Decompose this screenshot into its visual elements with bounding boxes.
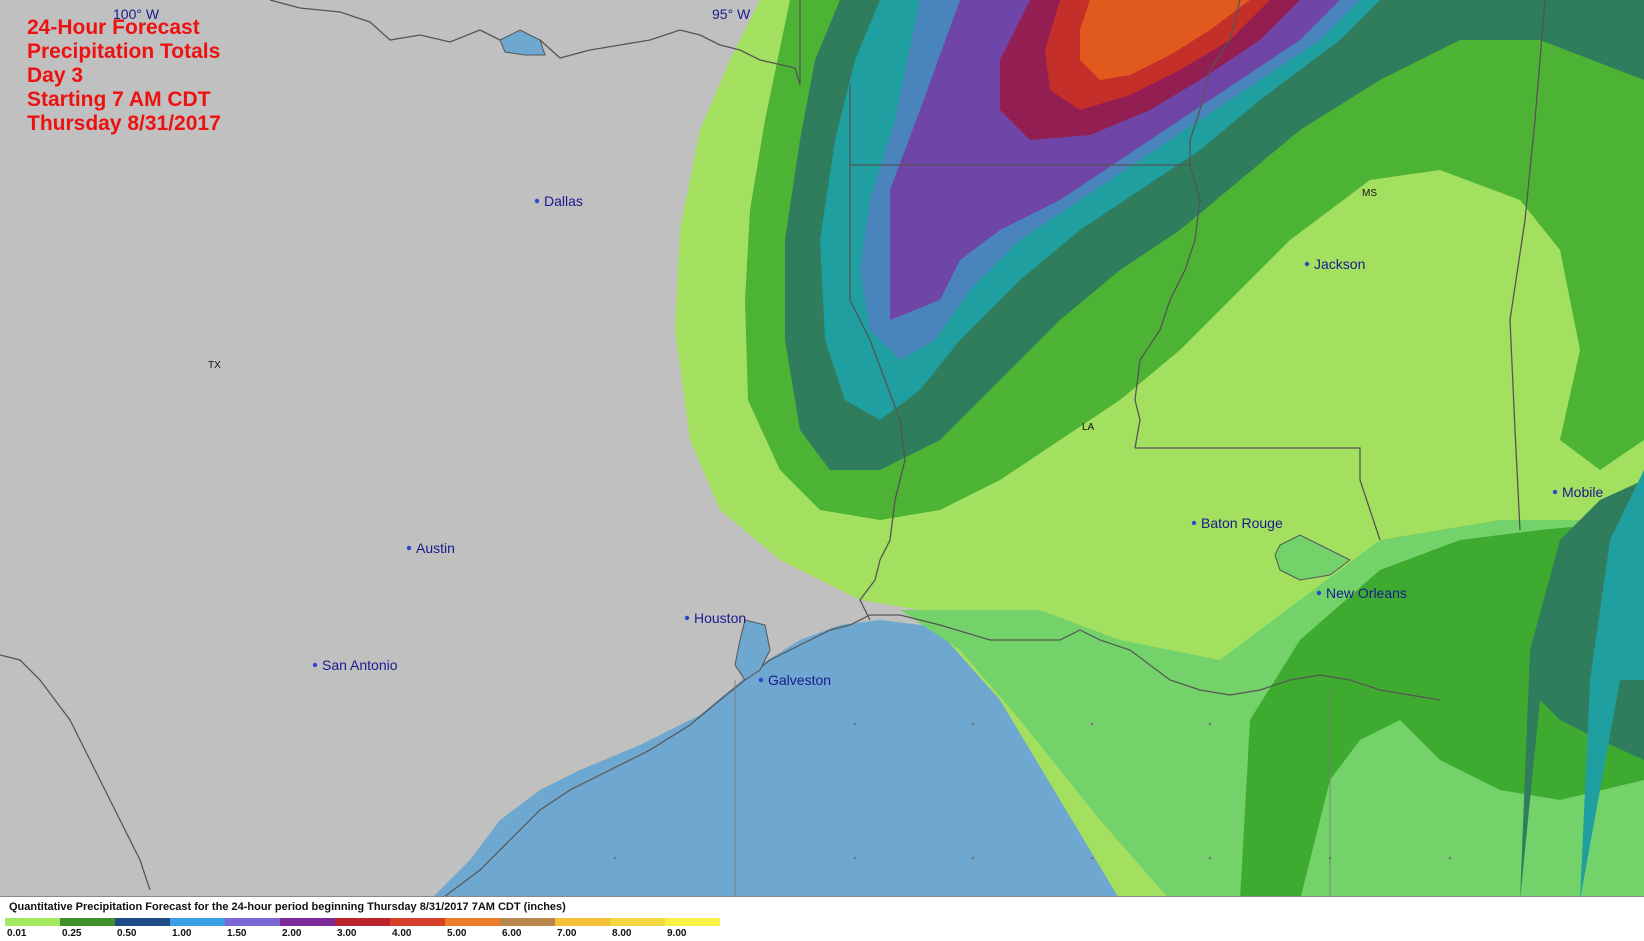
city-new-orleans: New Orleans [1316,585,1407,601]
longitude-label-95w: 95° W [712,6,751,22]
legend-label: 1.00 [172,928,192,939]
legend-label: 9.00 [667,928,687,939]
legend-color-bar: 0.01 0.25 0.50 1.00 1.50 2.00 3.00 4.00 5.00 6.00… [5,918,720,940]
city-label: Galveston [768,672,831,688]
legend-label: 0.50 [117,928,137,939]
legend-item: 2.00 [280,918,335,940]
title-line-1: 24-Hour Forecast [27,16,200,39]
title-line-4: Starting 7 AM CDT [27,88,211,111]
legend-label: 3.00 [337,928,357,939]
legend-swatch [225,918,280,926]
legend-item: 3.00 [335,918,390,940]
city-label: Baton Rouge [1201,515,1283,531]
legend-item: 6.00 [500,918,555,940]
legend-swatch [555,918,610,926]
legend-swatch [665,918,720,926]
legend-item: 0.25 [60,918,115,940]
legend-label: 2.00 [282,928,302,939]
city-label: Austin [416,540,455,556]
legend-item: 8.00 [610,918,665,940]
title-line-5: Thursday 8/31/2017 [27,112,221,135]
precipitation-map: 100° W 95° W TX LA MS Dallas Austin San … [0,0,1644,940]
legend-label: 1.50 [227,928,247,939]
legend-item: 7.00 [555,918,610,940]
legend-label: 5.00 [447,928,467,939]
legend-swatch [5,918,60,926]
map-title: 24-Hour Forecast Precipitation Totals Da… [27,16,221,136]
legend-label: 0.25 [62,928,82,939]
city-label: New Orleans [1326,585,1407,601]
legend-item: 5.00 [445,918,500,940]
legend-item: 9.00 [665,918,720,940]
title-line-3: Day 3 [27,64,84,87]
city-label: San Antonio [322,657,398,673]
legend-swatch [335,918,390,926]
city-baton-rouge: Baton Rouge [1191,515,1283,531]
legend-item: 1.00 [170,918,225,940]
legend-swatch [60,918,115,926]
city-san-antonio: San Antonio [312,657,398,673]
state-label-ms: MS [1362,188,1377,199]
legend-swatch [390,918,445,926]
legend-label: 4.00 [392,928,412,939]
city-label: Dallas [544,193,583,209]
legend-swatch [170,918,225,926]
legend-label: 0.01 [7,928,27,939]
title-line-2: Precipitation Totals [27,40,221,63]
legend-swatch [500,918,555,926]
city-houston: Houston [684,610,746,626]
legend-label: 7.00 [557,928,577,939]
legend-swatch [445,918,500,926]
legend-item: 4.00 [390,918,445,940]
legend-swatch [115,918,170,926]
legend-caption: Quantitative Precipitation Forecast for … [9,901,566,913]
city-label: Jackson [1314,256,1365,272]
city-jackson: Jackson [1304,256,1365,272]
precipitation-legend: Quantitative Precipitation Forecast for … [0,896,1644,941]
legend-item: 0.01 [5,918,60,940]
state-label-la: LA [1082,422,1095,433]
city-label: Houston [694,610,746,626]
city-label: Mobile [1562,484,1603,500]
legend-label: 8.00 [612,928,632,939]
legend-swatch [280,918,335,926]
state-label-tx: TX [208,360,221,371]
legend-swatch [610,918,665,926]
legend-item: 0.50 [115,918,170,940]
legend-item: 1.50 [225,918,280,940]
city-galveston: Galveston [758,672,831,688]
legend-label: 6.00 [502,928,522,939]
